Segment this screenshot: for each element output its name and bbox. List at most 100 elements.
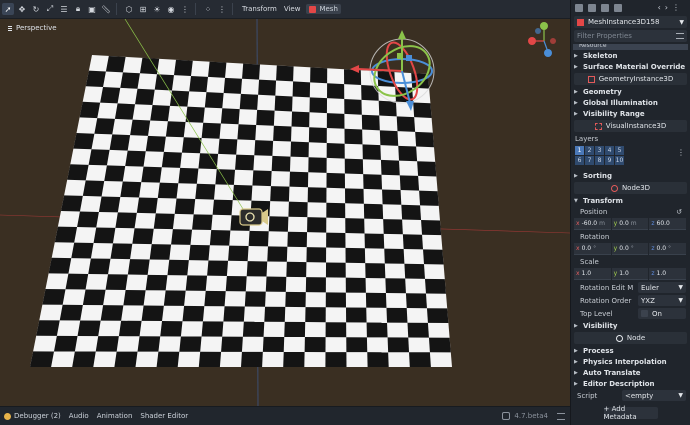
- section-physics-interpolation[interactable]: ▶ Physics Interpolation: [571, 356, 690, 367]
- rotation-y-field[interactable]: y 0.0 °: [611, 243, 649, 255]
- section-process[interactable]: ▶ Process: [571, 345, 690, 356]
- prop-label: Script: [577, 391, 598, 400]
- 3d-viewport[interactable]: Perspective: [0, 19, 570, 406]
- lock-icon[interactable]: 🔒︎: [72, 3, 84, 15]
- mesh-icon: [309, 5, 317, 13]
- filter-properties-input[interactable]: Filter Properties: [574, 30, 687, 42]
- local-space-icon[interactable]: ⬡: [123, 3, 135, 15]
- scale-z-field[interactable]: z 1.0: [649, 268, 687, 280]
- checker-tile: [88, 149, 110, 166]
- section-skeleton[interactable]: ▶ Skeleton: [571, 50, 690, 61]
- select-icon[interactable]: ➚: [2, 3, 14, 15]
- top-level-checkbox[interactable]: On: [638, 308, 686, 319]
- move-icon[interactable]: ✥: [16, 3, 28, 15]
- new-resource-icon[interactable]: [575, 3, 583, 12]
- layer-toggle[interactable]: 9: [605, 156, 614, 165]
- section-visibility[interactable]: ▶ Visibility: [571, 320, 690, 331]
- position-x-field[interactable]: x -60.0 m: [574, 218, 611, 230]
- checker-tile: [165, 121, 186, 138]
- view-menu[interactable]: View: [282, 5, 303, 13]
- script-picker[interactable]: <empty ▼: [622, 390, 686, 401]
- section-global-illumination[interactable]: ▶ Global Illumination: [571, 97, 690, 108]
- panel-toggle-icon[interactable]: [557, 413, 565, 420]
- scale-y-value: 1.0: [619, 270, 629, 277]
- group-icon[interactable]: ▣: [86, 3, 98, 15]
- rotation-y-value: 0.0: [619, 245, 629, 252]
- scale-icon[interactable]: ⤢: [44, 3, 56, 15]
- rotation-z-field[interactable]: z 0.0 °: [649, 243, 687, 255]
- layer-toggle[interactable]: 6: [575, 156, 584, 165]
- section-visibility-range[interactable]: ▶ Visibility Range: [571, 108, 690, 119]
- save-resource-icon[interactable]: [601, 3, 609, 12]
- rotate-icon[interactable]: ↻: [30, 3, 42, 15]
- transform-snap-icon[interactable]: ⁘: [202, 3, 214, 15]
- layer-toggle[interactable]: 2: [585, 146, 594, 155]
- load-resource-icon[interactable]: [588, 3, 596, 12]
- checker-tile: [36, 320, 60, 336]
- node-selector[interactable]: MeshInstance3D158 ▼: [574, 16, 687, 28]
- checker-tile: [82, 289, 106, 306]
- environment-icon[interactable]: ◉: [165, 3, 177, 15]
- layer-toggle[interactable]: 1: [575, 146, 584, 155]
- position-z-field[interactable]: z 60.0: [649, 218, 687, 230]
- checker-tile: [93, 227, 116, 244]
- section-surface-material-override[interactable]: ▶ Surface Material Override: [571, 61, 690, 72]
- checker-tile: [237, 124, 257, 141]
- checker-tile: [248, 230, 269, 247]
- view-orientation-gizmo[interactable]: [528, 22, 556, 57]
- checker-tile: [346, 307, 367, 323]
- animation-tab[interactable]: Animation: [97, 412, 133, 420]
- sun-icon[interactable]: ☀: [151, 3, 163, 15]
- chevron-right-icon: ▶: [574, 63, 578, 70]
- snap-icon[interactable]: ⊞: [137, 3, 149, 15]
- ruler-icon[interactable]: 📏︎: [100, 3, 112, 15]
- rotation-order-select[interactable]: YXZ ▼: [638, 295, 686, 306]
- rotation-edit-mode-select[interactable]: Euler ▼: [638, 282, 686, 293]
- checker-tile: [271, 155, 291, 172]
- mesh-menu[interactable]: Mesh: [306, 4, 341, 14]
- checker-tile: [161, 151, 182, 168]
- section-transform[interactable]: ▼ Transform: [571, 195, 690, 206]
- shader-editor-tab[interactable]: Shader Editor: [140, 412, 188, 420]
- position-fields: x -60.0 m y 0.0 m z 60.0: [574, 218, 687, 230]
- transform-menu[interactable]: Transform: [240, 5, 279, 13]
- list-select-icon[interactable]: ☰: [58, 3, 70, 15]
- position-z-value: 60.0: [656, 220, 670, 227]
- debugger-tab[interactable]: Debugger (2): [4, 412, 61, 420]
- history-nav-icon[interactable]: ‹›⋮: [658, 3, 684, 12]
- checker-tile: [79, 101, 101, 119]
- section-geometry[interactable]: ▶ Geometry: [571, 86, 690, 97]
- reset-icon[interactable]: ↺: [676, 208, 682, 216]
- checker-tile: [141, 166, 162, 183]
- layer-toggle[interactable]: 10: [615, 156, 624, 165]
- perspective-menu[interactable]: Perspective: [8, 24, 57, 32]
- checker-tile: [384, 248, 405, 264]
- layer-toggle[interactable]: 3: [595, 146, 604, 155]
- layer-toggle[interactable]: 7: [585, 156, 594, 165]
- scale-x-field[interactable]: x 1.0: [574, 268, 611, 280]
- position-y-field[interactable]: y 0.0 m: [611, 218, 649, 230]
- checker-tile: [225, 275, 247, 292]
- section-auto-translate[interactable]: ▶ Auto Translate: [571, 367, 690, 378]
- layer-toggle[interactable]: 4: [605, 146, 614, 155]
- scale-y-field[interactable]: y 1.0: [611, 268, 649, 280]
- toolbar-divider: [195, 3, 196, 15]
- extra-options-icon[interactable]: [614, 3, 622, 12]
- viewport-canvas[interactable]: [0, 19, 570, 406]
- audio-tab[interactable]: Audio: [69, 412, 89, 420]
- section-sorting[interactable]: ▶ Sorting: [571, 170, 690, 181]
- grid-icon[interactable]: ⋮: [216, 3, 228, 15]
- more-icon[interactable]: ⋮: [677, 148, 685, 157]
- chevron-down-icon: ▼: [679, 18, 684, 26]
- checker-tile: [130, 119, 151, 136]
- inspector-toolbar: ‹›⋮: [571, 0, 690, 15]
- layer-toggle[interactable]: 5: [615, 146, 624, 155]
- add-metadata-button[interactable]: + Add Metadata: [603, 405, 658, 421]
- more-icon[interactable]: ⋮: [179, 3, 191, 15]
- checker-tile: [361, 114, 380, 131]
- unit-label: m: [599, 220, 605, 227]
- rotation-x-field[interactable]: x 0.0 °: [574, 243, 611, 255]
- layer-toggle[interactable]: 8: [595, 156, 604, 165]
- checker-tile: [326, 232, 346, 248]
- section-editor-description[interactable]: ▶ Editor Description: [571, 378, 690, 389]
